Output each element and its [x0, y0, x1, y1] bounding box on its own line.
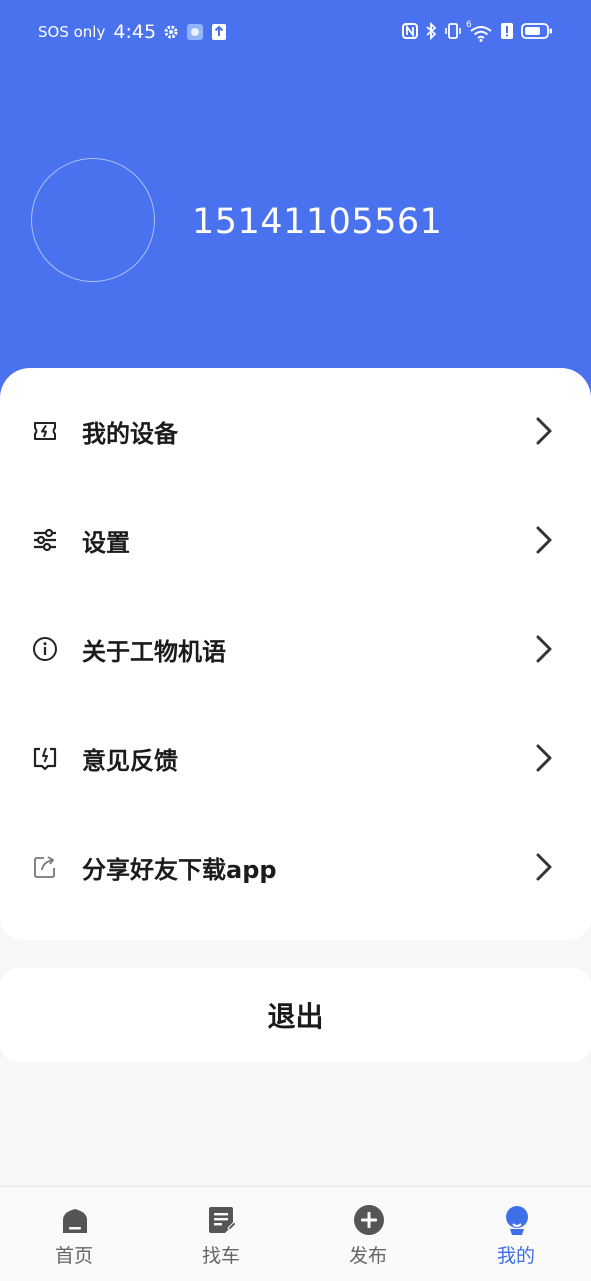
upload-icon: [210, 23, 228, 41]
tab-label: 首页: [54, 1245, 93, 1267]
menu-item-share[interactable]: 分享好友下载app: [0, 813, 591, 921]
settings-gear-icon: [162, 23, 180, 41]
chevron-right-icon: [536, 417, 552, 445]
device-lightning-icon: [31, 417, 59, 445]
tab-home[interactable]: 首页: [14, 1187, 134, 1281]
tab-publish[interactable]: 发布: [308, 1187, 428, 1281]
battery-icon: [521, 22, 553, 44]
bottom-tab-bar: 首页 找车 发布 我的: [0, 1186, 591, 1281]
menu-item-feedback[interactable]: 意见反馈: [0, 704, 591, 812]
vibrate-icon: [444, 22, 462, 44]
publish-plus-icon: [354, 1205, 384, 1235]
logout-button[interactable]: 退出: [0, 968, 591, 1062]
menu-card: 我的设备 设置 关于工物机语 意见反馈 分享好友下载app: [0, 368, 591, 940]
info-icon: [31, 635, 59, 663]
chevron-right-icon: [536, 853, 552, 881]
phone-number: 15141105561: [192, 202, 443, 242]
menu-item-label: 分享好友下载app: [82, 855, 277, 884]
tab-label: 找车: [201, 1245, 240, 1267]
menu-item-my-devices[interactable]: 我的设备: [0, 377, 591, 485]
tab-label: 发布: [348, 1245, 387, 1267]
chevron-right-icon: [536, 526, 552, 554]
menu-item-settings[interactable]: 设置: [0, 486, 591, 594]
tab-label: 我的: [496, 1245, 535, 1267]
share-icon: [31, 853, 59, 881]
app-notification-icon: [186, 23, 204, 41]
logout-label: 退出: [267, 1000, 324, 1033]
carrier-text: SOS only: [38, 23, 106, 41]
status-bar: SOS only 4:45 6: [0, 0, 591, 66]
wifi-icon: 6: [466, 20, 493, 42]
tab-find-car[interactable]: 找车: [161, 1187, 281, 1281]
menu-item-label: 我的设备: [82, 419, 178, 448]
avatar[interactable]: [31, 158, 155, 282]
bluetooth-icon: [425, 21, 437, 44]
profile-icon: [506, 1206, 528, 1235]
find-car-doc-icon: [209, 1207, 237, 1233]
nfc-icon: [402, 22, 418, 44]
tab-mine[interactable]: 我的: [456, 1187, 576, 1281]
alert-icon: [500, 22, 514, 44]
sliders-icon: [31, 526, 59, 554]
home-icon: [63, 1209, 87, 1233]
status-right: 6: [402, 20, 553, 44]
menu-item-label: 设置: [82, 528, 130, 557]
chevron-right-icon: [536, 744, 552, 772]
network-tag: 6: [466, 20, 472, 30]
clock-time: 4:45: [113, 21, 157, 43]
menu-item-label: 关于工物机语: [82, 637, 226, 666]
menu-item-about[interactable]: 关于工物机语: [0, 595, 591, 703]
chevron-right-icon: [536, 635, 552, 663]
feedback-icon: [31, 744, 59, 772]
menu-item-label: 意见反馈: [82, 746, 178, 775]
status-left: SOS only 4:45: [38, 21, 228, 43]
profile-header: SOS only 4:45 6 15141105561: [0, 0, 591, 400]
